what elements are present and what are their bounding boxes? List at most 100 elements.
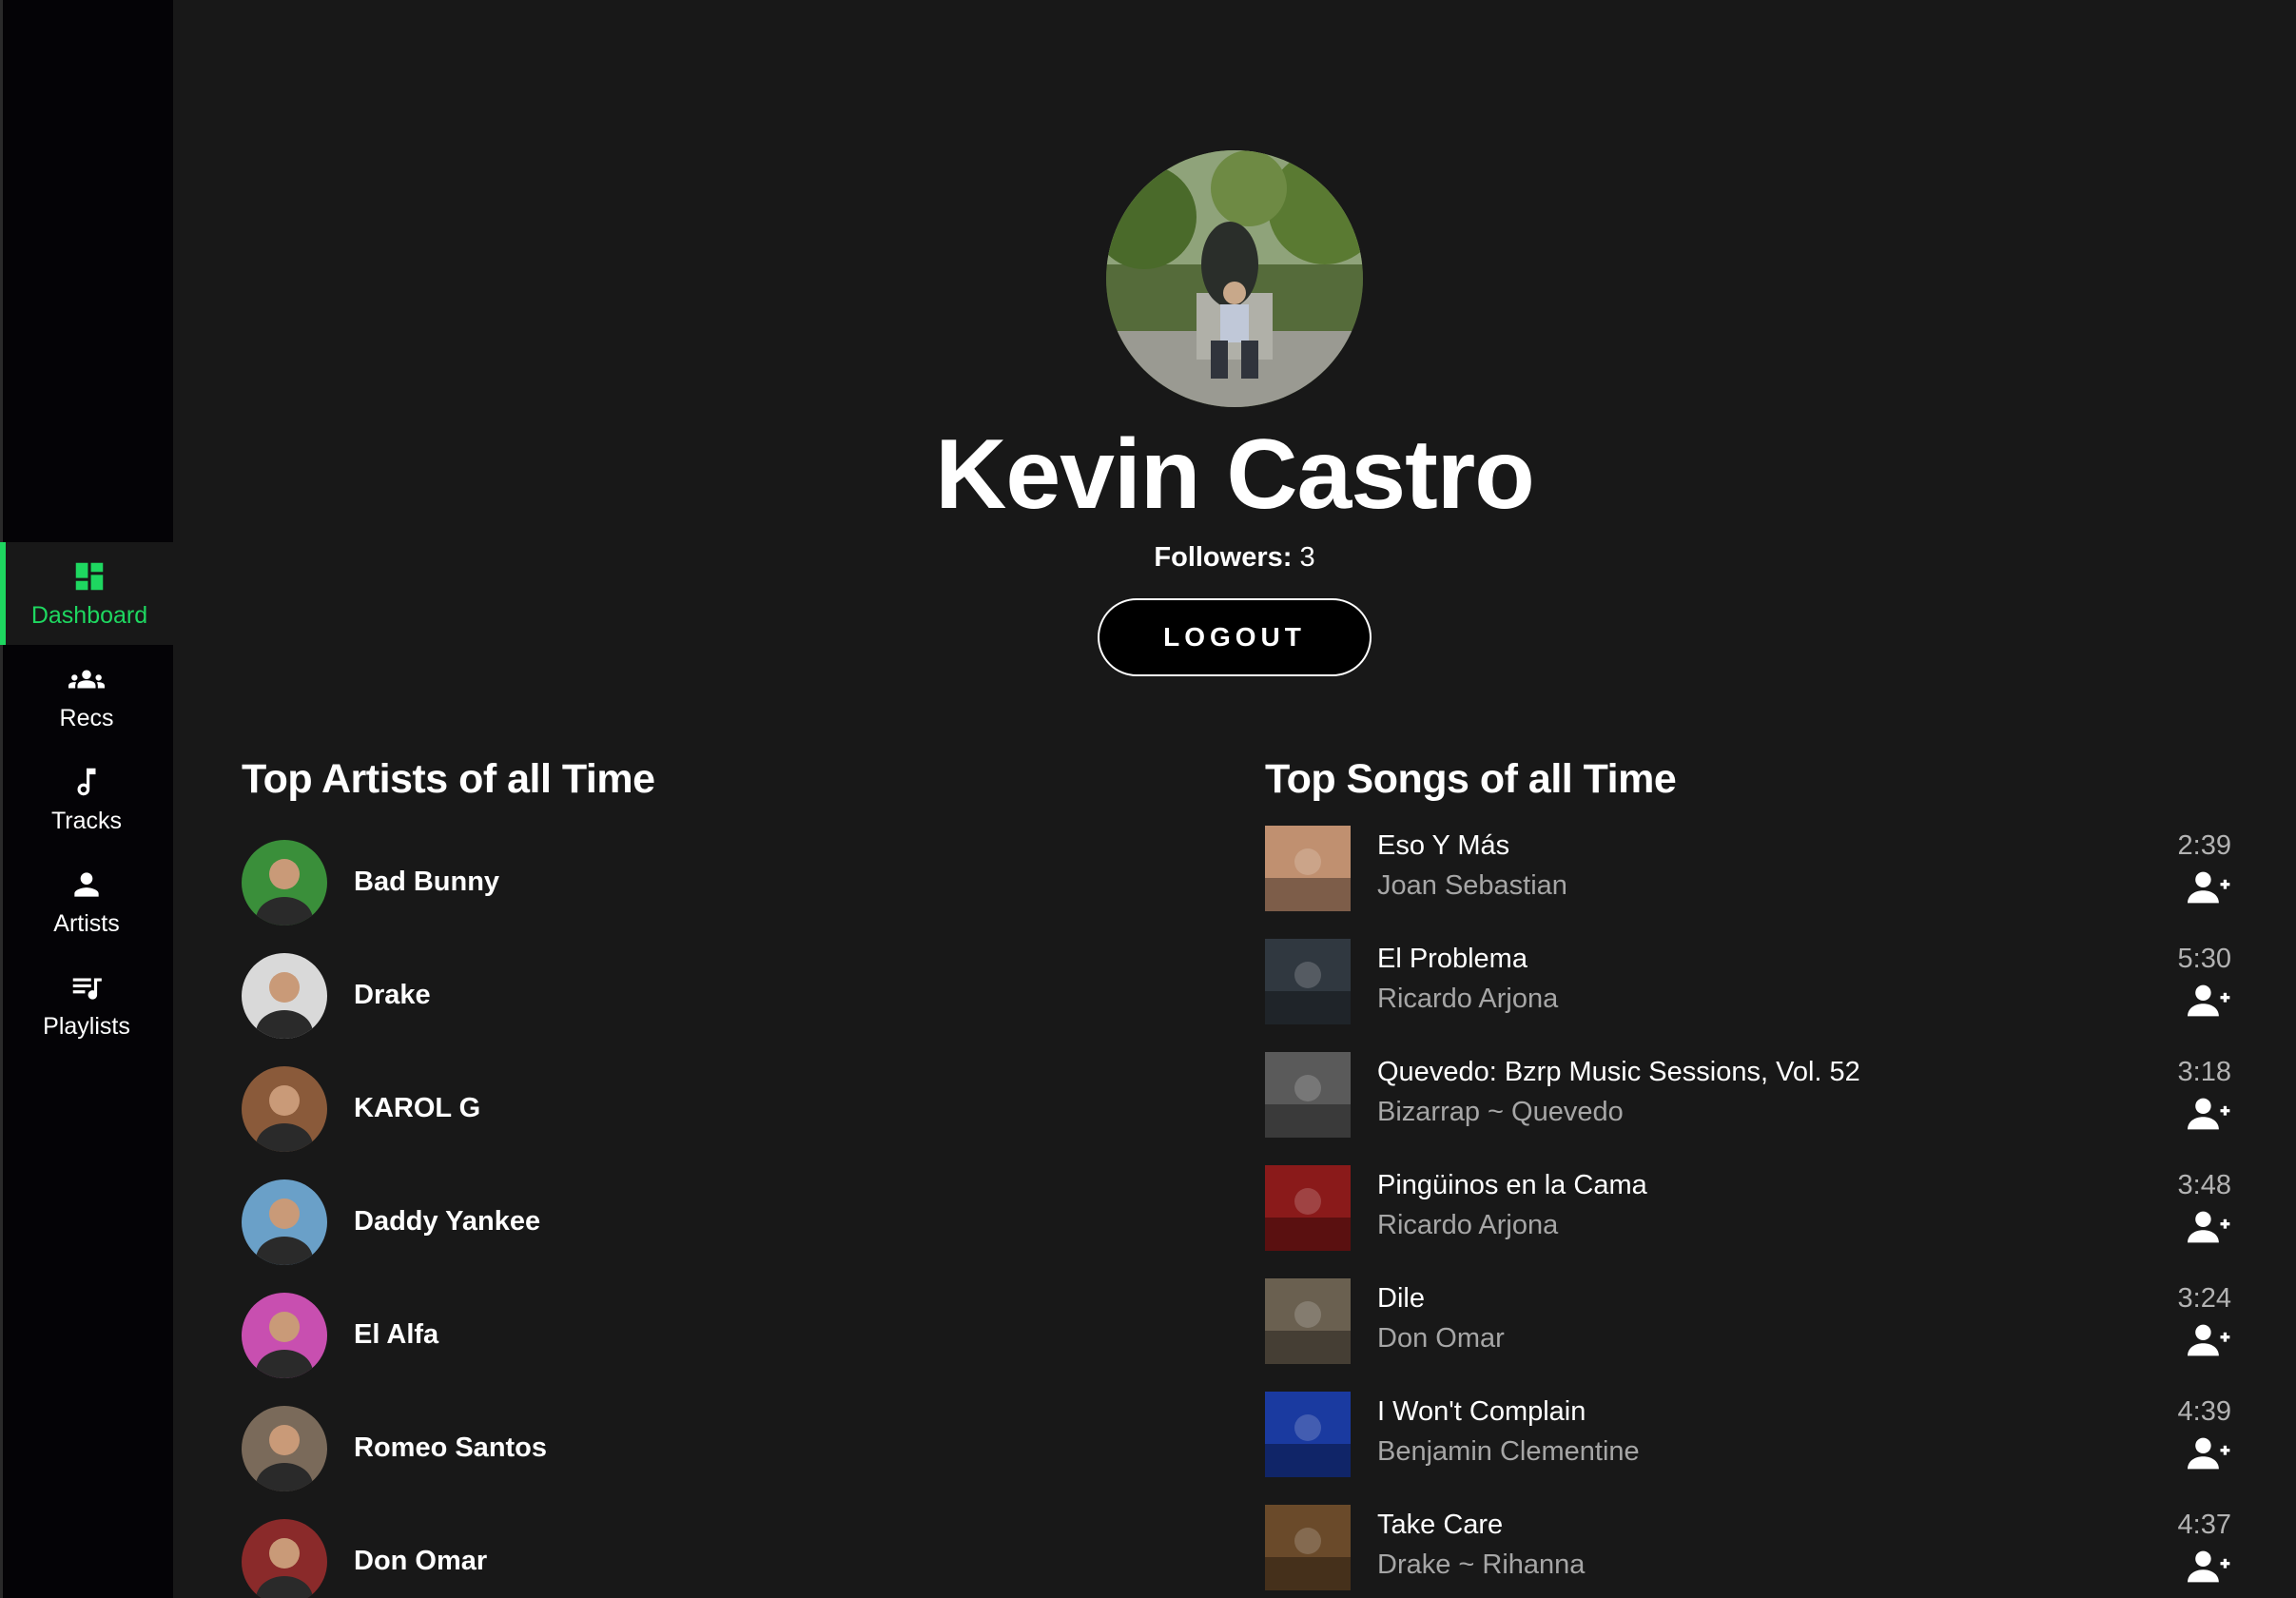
song-row[interactable]: Eso Y Más Joan Sebastian 2:39 (1265, 826, 2231, 939)
add-user-icon[interactable] (2188, 1322, 2231, 1358)
dashboard-icon (75, 562, 104, 590)
artist-row[interactable]: Drake (242, 939, 1193, 1052)
song-info: Quevedo: Bzrp Music Sessions, Vol. 52 Biz… (1377, 1052, 1860, 1130)
artist-avatar (242, 1065, 327, 1152)
song-meta: 3:48 (2178, 1165, 2231, 1250)
song-cover (1265, 1505, 1351, 1590)
song-duration: 4:37 (2177, 1510, 2231, 1540)
artist-name: Don Omar (354, 1546, 488, 1576)
top-artists-title: Top Artists of all Time (242, 756, 655, 802)
song-artist: Ricardo Arjona (1377, 1210, 1559, 1240)
song-title: El Problema (1377, 944, 1527, 974)
music-note-icon (77, 768, 96, 795)
artist-avatar (242, 1292, 327, 1378)
profile-avatar (1106, 150, 1363, 407)
song-cover (1265, 1392, 1351, 1477)
artist-avatar (242, 1405, 327, 1491)
top-songs-title: Top Songs of all Time (1265, 756, 1677, 802)
artist-name: Daddy Yankee (354, 1206, 541, 1237)
user-name: Kevin Castro (935, 419, 1535, 530)
song-info: Dile Don Omar (1377, 1278, 1505, 1356)
sidebar-item-label: Artists (53, 909, 120, 937)
artist-row[interactable]: Romeo Santos (242, 1392, 1193, 1505)
logout-button[interactable]: LOGOUT (1098, 598, 1372, 676)
artist-avatar (242, 952, 327, 1039)
song-row[interactable]: El Problema Ricardo Arjona 5:30 (1265, 939, 2231, 1052)
sidebar-item-tracks[interactable]: Tracks (0, 748, 173, 850)
song-meta: 2:39 (2178, 826, 2231, 910)
song-duration: 3:24 (2177, 1283, 2231, 1314)
sidebar-nav: Dashboard Recs Tracks Artists Playlists (0, 542, 173, 1056)
song-cover (1265, 826, 1351, 911)
sidebar-item-playlists[interactable]: Playlists (0, 953, 173, 1056)
song-duration: 3:48 (2177, 1170, 2231, 1200)
song-list: Eso Y Más Joan Sebastian 2:39 El Problema Ri… (1265, 826, 2231, 1598)
playlist-icon (72, 978, 102, 1000)
top-songs-section: Top Songs of all Time Eso Y Más Joan Seba… (1265, 756, 2231, 1598)
song-cover (1265, 939, 1351, 1024)
song-meta: 3:24 (2178, 1278, 2231, 1363)
sidebar-item-label: Tracks (50, 807, 123, 834)
add-user-icon[interactable] (2188, 1549, 2231, 1585)
profile-photo (1106, 150, 1363, 407)
sidebar-item-dashboard[interactable]: Dashboard (0, 542, 173, 645)
song-row[interactable]: Quevedo: Bzrp Music Sessions, Vol. 52 Biz… (1265, 1052, 2231, 1165)
artist-row[interactable]: El Alfa (242, 1278, 1193, 1392)
song-info: I Won't Complain Benjamin Clementine (1377, 1392, 1640, 1470)
song-row[interactable]: Dile Don Omar 3:24 (1265, 1278, 2231, 1392)
song-artist: Ricardo Arjona (1377, 984, 1559, 1014)
sidebar-item-recs[interactable]: Recs (0, 645, 173, 748)
sidebar: Dashboard Recs Tracks Artists Playlists (0, 0, 173, 1598)
main-content: Kevin Castro Followers: 3 LOGOUT Top Art… (173, 0, 2296, 1598)
artist-name: El Alfa (354, 1319, 439, 1350)
artist-name: KAROL G (354, 1093, 481, 1123)
artist-row[interactable]: Daddy Yankee (242, 1165, 1193, 1278)
song-info: Pingüinos en la Cama Ricardo Arjona (1377, 1165, 1647, 1243)
song-title: Quevedo: Bzrp Music Sessions, Vol. 52 (1377, 1057, 1860, 1087)
song-meta: 3:18 (2178, 1052, 2231, 1137)
song-artist: Benjamin Clementine (1377, 1436, 1640, 1467)
song-meta: 4:37 (2178, 1505, 2231, 1589)
song-title: Dile (1377, 1283, 1425, 1314)
song-artist: Bizarrap ~ Quevedo (1377, 1097, 1624, 1127)
followers-value: 3 (1299, 542, 1315, 573)
song-row[interactable]: Pingüinos en la Cama Ricardo Arjona 3:48 (1265, 1165, 2231, 1278)
add-user-icon[interactable] (2188, 1435, 2231, 1471)
song-title: I Won't Complain (1377, 1396, 1586, 1427)
song-cover (1265, 1278, 1351, 1364)
sidebar-item-label: Dashboard (30, 601, 148, 629)
song-row[interactable]: Take Care Drake ~ Rihanna 4:37 (1265, 1505, 2231, 1598)
song-cover (1265, 1165, 1351, 1251)
song-duration: 3:18 (2177, 1057, 2231, 1087)
sidebar-item-artists[interactable]: Artists (0, 850, 173, 953)
artist-list: Bad Bunny Drake KAROL G Daddy Yankee El Alfa… (242, 826, 1193, 1598)
song-meta: 4:39 (2178, 1392, 2231, 1476)
add-user-icon[interactable] (2188, 1096, 2231, 1132)
song-cover (1265, 1052, 1351, 1138)
add-user-icon[interactable] (2188, 983, 2231, 1019)
song-artist: Don Omar (1377, 1323, 1505, 1354)
artist-row[interactable]: KAROL G (242, 1052, 1193, 1165)
profile-header: Kevin Castro Followers: 3 LOGOUT (173, 150, 2296, 676)
artist-avatar (242, 1518, 327, 1598)
artist-avatar (242, 1179, 327, 1265)
song-meta: 5:30 (2178, 939, 2231, 1023)
artist-name: Romeo Santos (354, 1432, 548, 1463)
song-artist: Joan Sebastian (1377, 870, 1567, 901)
artist-name: Drake (354, 980, 431, 1010)
group-icon (68, 670, 105, 688)
song-row[interactable]: I Won't Complain Benjamin Clementine 4:39 (1265, 1392, 2231, 1505)
followers-count: Followers: 3 (173, 542, 2296, 574)
song-duration: 5:30 (2177, 944, 2231, 974)
add-user-icon[interactable] (2188, 869, 2231, 906)
add-user-icon[interactable] (2188, 1209, 2231, 1245)
song-info: Take Care Drake ~ Rihanna (1377, 1505, 1585, 1583)
artist-name: Bad Bunny (354, 867, 500, 897)
sidebar-item-label: Playlists (43, 1012, 130, 1040)
song-info: El Problema Ricardo Arjona (1377, 939, 1558, 1017)
artist-row[interactable]: Bad Bunny (242, 826, 1193, 939)
song-duration: 4:39 (2177, 1396, 2231, 1427)
song-info: Eso Y Más Joan Sebastian (1377, 826, 1567, 904)
artist-row[interactable]: Don Omar (242, 1505, 1193, 1598)
song-title: Pingüinos en la Cama (1377, 1170, 1647, 1200)
